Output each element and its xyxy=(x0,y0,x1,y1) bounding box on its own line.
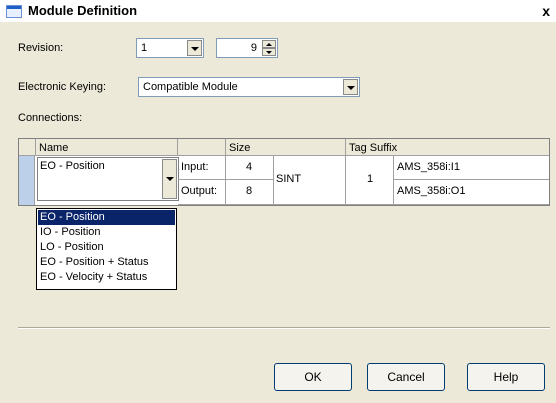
input-size: 4 xyxy=(246,161,253,173)
type-column-header[interactable] xyxy=(178,139,226,156)
corner-header xyxy=(19,139,36,156)
size-column-header[interactable]: Size xyxy=(226,139,346,156)
revision-major-value: 1 xyxy=(141,42,148,54)
dropdown-option[interactable]: EO - Position + Status xyxy=(38,255,175,270)
revision-minor-spinner[interactable]: 9 xyxy=(216,38,278,58)
electronic-keying-combo[interactable]: Compatible Module xyxy=(138,77,360,97)
divider xyxy=(18,327,550,329)
tag-suffix-header-label: Tag Suffix xyxy=(349,142,398,154)
slot-cell[interactable]: 1 xyxy=(346,156,394,205)
electronic-keying-label: Electronic Keying: xyxy=(18,81,107,93)
output-size: 8 xyxy=(246,185,253,197)
output-label: Output: xyxy=(181,185,218,197)
output-label-cell: Output: xyxy=(178,180,226,205)
dropdown-option[interactable]: LO - Position xyxy=(38,240,175,255)
data-type: SINT xyxy=(276,173,302,185)
spin-down-icon[interactable] xyxy=(262,48,276,56)
cancel-button[interactable]: Cancel xyxy=(367,363,445,391)
spin-up-icon[interactable] xyxy=(262,40,276,48)
dropdown-option[interactable]: EO - Position xyxy=(38,210,175,225)
connection-name-combo[interactable]: EO - Position xyxy=(37,157,179,201)
dialog-client: Revision: 1 9 Electronic Keying: Compati… xyxy=(0,22,556,403)
input-tag-cell: AMS_358i:I1 xyxy=(394,156,549,180)
name-header-label: Name xyxy=(39,142,69,154)
chevron-down-icon[interactable] xyxy=(162,159,177,199)
revision-label: Revision: xyxy=(18,42,64,54)
input-size-cell[interactable]: 4 xyxy=(226,156,274,180)
dropdown-option[interactable]: IO - Position xyxy=(38,225,175,240)
output-size-cell[interactable]: 8 xyxy=(226,180,274,205)
output-tag-cell: AMS_358i:O1 xyxy=(394,180,549,205)
revision-minor-value: 9 xyxy=(250,42,257,54)
electronic-keying-value: Compatible Module xyxy=(143,81,238,93)
revision-major-combo[interactable]: 1 xyxy=(136,38,204,58)
connection-name-dropdown: EO - Position IO - Position LO - Positio… xyxy=(36,208,177,290)
input-tag: AMS_358i:I1 xyxy=(397,161,460,173)
help-button[interactable]: Help xyxy=(467,363,545,391)
connection-name-value: EO - Position xyxy=(40,160,105,172)
chevron-down-icon[interactable] xyxy=(187,40,202,56)
connections-label: Connections: xyxy=(18,112,83,124)
tag-suffix-column-header[interactable]: Tag Suffix xyxy=(346,139,549,156)
close-icon[interactable]: x xyxy=(542,3,550,19)
title-bar: Module Definition x xyxy=(0,0,556,22)
size-header-label: Size xyxy=(229,142,251,154)
slot-value: 1 xyxy=(367,173,374,185)
dropdown-option[interactable]: EO - Velocity + Status xyxy=(38,270,175,285)
row-selector[interactable] xyxy=(19,156,35,205)
window-icon xyxy=(6,5,22,18)
connections-grid: Name Size Tag Suffix EO - Position Input… xyxy=(18,138,550,206)
data-type-cell[interactable]: SINT xyxy=(274,156,346,205)
chevron-down-icon[interactable] xyxy=(343,79,358,95)
input-label: Input: xyxy=(181,161,209,173)
input-label-cell: Input: xyxy=(178,156,226,180)
window-title: Module Definition xyxy=(28,3,138,18)
output-tag: AMS_358i:O1 xyxy=(397,185,466,197)
ok-button[interactable]: OK xyxy=(274,363,352,391)
name-column-header[interactable]: Name xyxy=(36,139,178,156)
module-definition-dialog: Module Definition x Revision: 1 9 Electr… xyxy=(0,0,556,403)
